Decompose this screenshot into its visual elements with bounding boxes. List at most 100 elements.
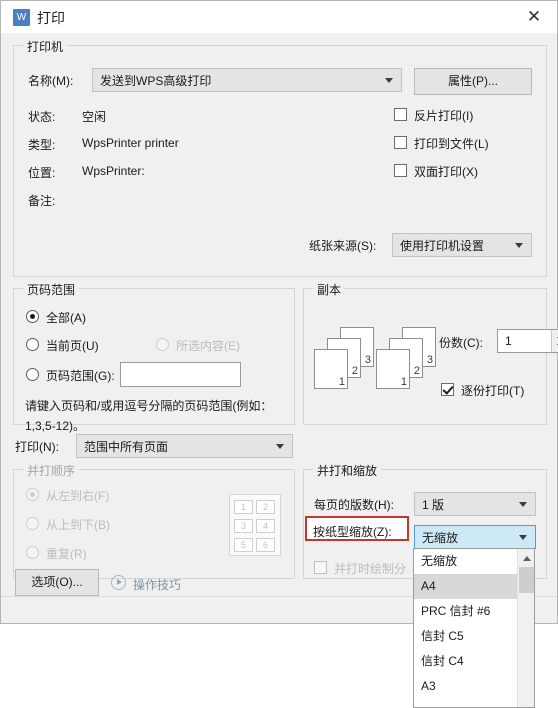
dropdown-item-a4[interactable]: A4 <box>414 574 534 599</box>
preview-page: 1 <box>314 349 348 389</box>
checkbox-box <box>441 383 454 396</box>
radio-top-to-bottom-label: 从上到下(B) <box>46 518 110 532</box>
print-to-file-label: 打印到文件(L) <box>414 137 489 151</box>
nup-cell: 1 <box>234 500 253 514</box>
page-range-hint-line1: 请键入页码和/或用逗号分隔的页码范围(例如： <box>25 399 273 413</box>
scrollbar-thumb[interactable] <box>519 567 534 593</box>
stepper-down-icon[interactable] <box>552 341 558 352</box>
radio-circle <box>26 517 39 530</box>
preview-page: 1 <box>376 349 410 389</box>
printer-type-label: 类型: <box>28 138 56 152</box>
print-what-combobox[interactable]: 范围中所有页面 <box>76 434 293 458</box>
window-title: 打印 <box>37 10 65 26</box>
scale-to-paper-label: 按纸型缩放(Z): <box>313 525 392 539</box>
options-button[interactable]: 选项(O)... <box>15 569 99 596</box>
chevron-down-icon <box>276 444 284 449</box>
collate-preview-stack-b: 3 2 1 <box>376 327 448 389</box>
chevron-down-icon <box>515 243 523 248</box>
dialog-body: 打印机 名称(M): 发送到WPS高级打印 属性(P)... 状态: 空闲 类型… <box>1 33 558 708</box>
chevron-down-icon <box>519 502 527 507</box>
stepper-up-icon[interactable] <box>552 330 558 341</box>
pages-per-sheet-combobox[interactable]: 1 版 <box>414 492 536 516</box>
pages-per-sheet-label: 每页的版数(H): <box>314 498 394 512</box>
copies-count-value: 1 <box>505 334 512 348</box>
radio-page-range-label: 页码范围(G): <box>46 369 115 383</box>
nup-cell: 3 <box>234 519 253 533</box>
radio-circle <box>156 338 169 351</box>
nup-cell: 6 <box>256 538 275 552</box>
dropdown-item-envelope-c5[interactable]: 信封 C5 <box>414 624 534 649</box>
printer-group-legend: 打印机 <box>23 38 68 55</box>
nup-cell: 2 <box>256 500 275 514</box>
radio-circle <box>26 338 39 351</box>
checkbox-box <box>394 108 407 121</box>
radio-current-page-label: 当前页(U) <box>46 339 99 353</box>
printer-type-value: WpsPrinter printer <box>82 136 179 150</box>
preview-page-number: 2 <box>351 365 358 377</box>
dropdown-scrollbar[interactable] <box>517 549 534 707</box>
chevron-up-icon[interactable] <box>518 549 535 566</box>
copies-legend: 副本 <box>313 281 346 298</box>
printer-location-value: WpsPrinter: <box>82 164 145 178</box>
nup-order-preview: 1 2 3 4 5 6 <box>229 494 281 556</box>
paper-source-value: 使用打印机设置 <box>400 239 485 253</box>
dropdown-item-none[interactable]: 无缩放 <box>414 549 534 574</box>
reverse-print-label: 反片打印(I) <box>414 109 474 123</box>
nup-order-legend: 并打顺序 <box>23 462 80 479</box>
nup-cell: 4 <box>256 519 275 533</box>
printer-location-label: 位置: <box>28 166 56 180</box>
paper-source-label: 纸张来源(S): <box>309 239 377 253</box>
wps-logo-icon: W <box>13 9 30 26</box>
duplex-print-label: 双面打印(X) <box>414 165 478 179</box>
close-icon[interactable]: ✕ <box>521 5 547 29</box>
nup-scale-legend: 并打和缩放 <box>313 462 382 479</box>
preview-page-number: 3 <box>364 354 371 366</box>
page-range-group: 页码范围 全部(A) 当前页(U) 所选内容(E) 页码范围(G): 请键入页码… <box>13 281 295 433</box>
nup-order-group: 并打顺序 从左到右(F) 从上到下(B) 重复(R) 1 2 3 4 5 6 <box>13 462 295 579</box>
page-range-hint-line2: 1,3,5-12)。 <box>25 419 86 433</box>
chevron-down-icon <box>385 78 393 83</box>
preview-page-number: 2 <box>413 365 420 377</box>
dropdown-item-envelope-c4[interactable]: 信封 C4 <box>414 649 534 674</box>
nup-cell: 5 <box>234 538 253 552</box>
radio-repeat-label: 重复(R) <box>46 547 87 561</box>
stepper-buttons[interactable] <box>551 330 558 352</box>
draw-separator-label: 并打时绘制分 <box>334 562 407 576</box>
printer-name-combobox[interactable]: 发送到WPS高级打印 <box>92 68 402 92</box>
radio-selection-label: 所选内容(E) <box>176 339 240 353</box>
checkbox-box <box>314 561 327 574</box>
radio-left-to-right-label: 从左到右(F) <box>46 489 110 503</box>
chevron-down-icon <box>519 535 527 540</box>
page-range-input[interactable] <box>120 362 241 387</box>
printer-group: 打印机 名称(M): 发送到WPS高级打印 属性(P)... 状态: 空闲 类型… <box>13 38 547 277</box>
printer-status-label: 状态: <box>28 110 56 124</box>
checkbox-box <box>394 136 407 149</box>
preview-page-number: 1 <box>338 376 345 388</box>
collate-label: 逐份打印(T) <box>461 384 525 398</box>
radio-circle <box>26 310 39 323</box>
printer-name-value: 发送到WPS高级打印 <box>100 74 212 88</box>
print-what-value: 范围中所有页面 <box>84 440 169 454</box>
copies-count-label: 份数(C): <box>439 336 483 350</box>
pages-per-sheet-value: 1 版 <box>422 498 445 512</box>
printer-properties-button[interactable]: 属性(P)... <box>414 68 532 95</box>
radio-circle <box>26 488 39 501</box>
play-circle-icon[interactable] <box>111 575 126 590</box>
printer-name-label: 名称(M): <box>28 74 74 88</box>
copies-count-stepper[interactable]: 1 <box>497 329 558 353</box>
scale-to-paper-dropdown[interactable]: 无缩放 A4 PRC 信封 #6 信封 C5 信封 C4 A3 <box>413 548 535 708</box>
scale-to-paper-combobox[interactable]: 无缩放 <box>414 525 536 549</box>
title-bar: W 打印 ✕ <box>1 1 557 34</box>
printer-comment-label: 备注: <box>28 194 56 208</box>
radio-circle <box>26 546 39 559</box>
print-what-label: 打印(N): <box>15 440 59 454</box>
dropdown-item-prc-envelope-6[interactable]: PRC 信封 #6 <box>414 599 534 624</box>
radio-all-pages-label: 全部(A) <box>46 311 86 325</box>
dropdown-item-a3[interactable]: A3 <box>414 674 534 699</box>
paper-source-combobox[interactable]: 使用打印机设置 <box>392 233 532 257</box>
tips-link[interactable]: 操作技巧 <box>133 576 181 593</box>
printer-status-value: 空闲 <box>82 110 107 124</box>
preview-page-number: 3 <box>426 354 433 366</box>
scale-to-paper-highlight: 按纸型缩放(Z): <box>305 516 409 541</box>
print-dialog: W 打印 ✕ 打印机 名称(M): 发送到WPS高级打印 属性(P)... 状态… <box>0 0 558 708</box>
